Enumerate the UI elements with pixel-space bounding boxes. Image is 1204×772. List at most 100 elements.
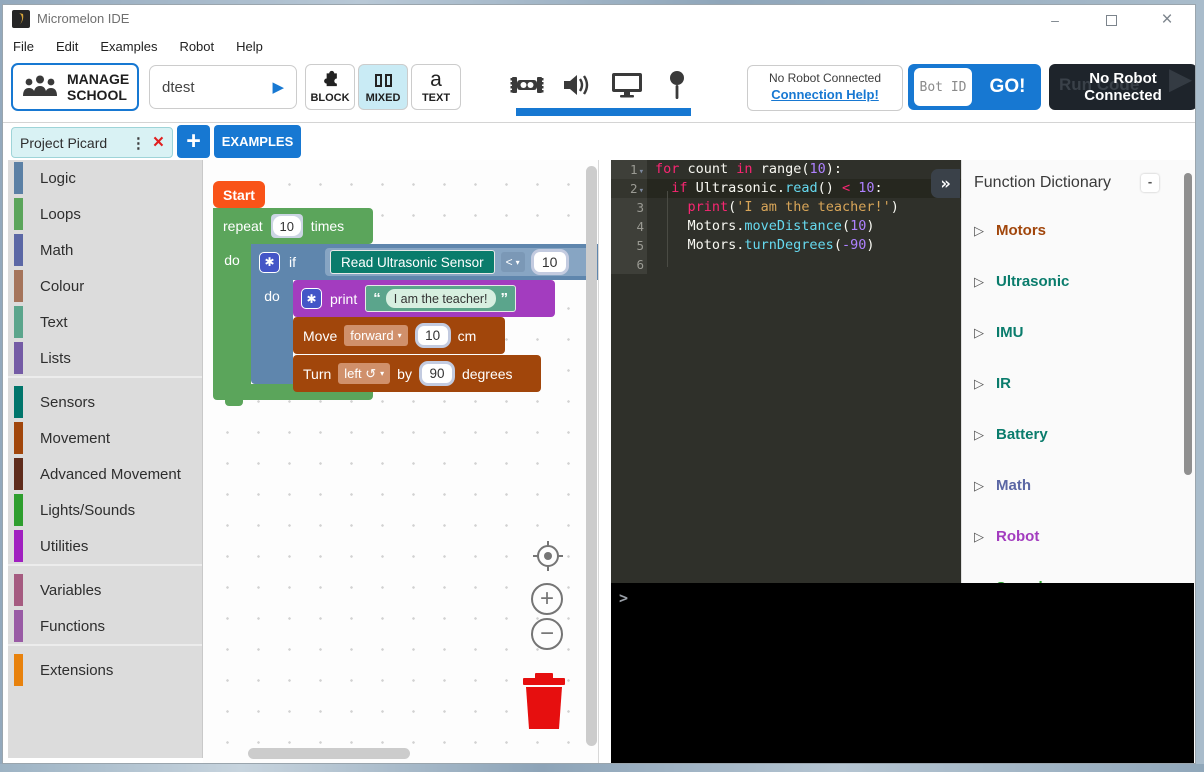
gear-icon[interactable]: ✱: [301, 288, 322, 309]
direction-value: forward: [350, 328, 393, 343]
print-block[interactable]: ✱ print “ I am the teacher! ”: [293, 280, 555, 317]
mode-block-button[interactable]: BLOCK: [305, 64, 355, 110]
ultrasonic-sensor-block[interactable]: Read Ultrasonic Sensor: [330, 250, 495, 274]
if-do-spine[interactable]: do: [251, 280, 293, 370]
operator-dropdown[interactable]: < ▾: [501, 252, 525, 272]
string-block[interactable]: “ I am the teacher! ”: [365, 285, 516, 312]
sidebar-item-variables[interactable]: Variables: [8, 572, 202, 608]
turn-block[interactable]: Turn left ↺ ▾ by 90 degrees: [293, 355, 541, 392]
mode-text-button[interactable]: a TEXT: [411, 64, 461, 110]
start-block[interactable]: Start: [213, 181, 265, 208]
go-button[interactable]: GO!: [980, 76, 1035, 98]
mode-mixed-button[interactable]: MIXED: [358, 64, 408, 110]
trash-icon[interactable]: [521, 673, 567, 729]
dictionary-item-ir[interactable]: ▷IR: [962, 358, 1196, 409]
expand-arrow-icon[interactable]: ▷: [974, 223, 984, 239]
category-color-bar: [14, 574, 23, 606]
sidebar-item-text[interactable]: Text: [8, 304, 202, 340]
zoom-out-button[interactable]: −: [531, 618, 563, 650]
run-code-button[interactable]: Run Code ▶ No Robot Connected: [1049, 64, 1196, 110]
compare-value-field[interactable]: 10: [531, 249, 569, 275]
tab-menu-icon[interactable]: ⋮: [131, 134, 146, 152]
workspace-vertical-scrollbar[interactable]: [586, 166, 597, 746]
mode-mixed-label: MIXED: [366, 92, 401, 104]
sidebar-item-lights-sounds[interactable]: Lights/Sounds: [8, 492, 202, 528]
dictionary-item-math[interactable]: ▷Math: [962, 460, 1196, 511]
sidebar-item-colour[interactable]: Colour: [8, 268, 202, 304]
dictionary-item-battery[interactable]: ▷Battery: [962, 409, 1196, 460]
workspace-horizontal-scrollbar[interactable]: [248, 748, 410, 759]
tab-close-icon[interactable]: ×: [153, 136, 164, 150]
sidebar-item-sensors[interactable]: Sensors: [8, 384, 202, 420]
fold-caret-icon[interactable]: ▾: [639, 186, 644, 196]
motor-icon[interactable]: [509, 68, 545, 102]
editor-line-3[interactable]: 3 print('I am the teacher!'): [611, 198, 961, 217]
editor-line-2[interactable]: 2▾ if Ultrasonic.read() < 10:: [611, 179, 961, 198]
menu-edit[interactable]: Edit: [56, 35, 89, 58]
expand-arrow-icon[interactable]: ▷: [974, 478, 984, 494]
sidebar-item-loops[interactable]: Loops: [8, 196, 202, 232]
category-label: Math: [40, 242, 73, 259]
sidebar-item-movement[interactable]: Movement: [8, 420, 202, 456]
move-block[interactable]: Move forward ▾ 10 cm: [293, 317, 505, 354]
move-distance-field[interactable]: 10: [415, 323, 451, 348]
project-tab[interactable]: Project Picard ⋮ ×: [11, 127, 173, 158]
editor-line-5[interactable]: 5 Motors.turnDegrees(-90): [611, 236, 961, 255]
menu-examples[interactable]: Examples: [100, 35, 168, 58]
turn-direction-dropdown[interactable]: left ↺ ▾: [338, 363, 390, 384]
dictionary-minimize-button[interactable]: -: [1141, 174, 1159, 192]
editor-expand-button[interactable]: »: [931, 169, 960, 198]
close-button[interactable]: ×: [1139, 5, 1195, 35]
project-selector[interactable]: dtest ▶: [149, 65, 297, 109]
menu-help[interactable]: Help: [236, 35, 274, 58]
light-icon[interactable]: [659, 68, 695, 102]
repeat-block[interactable]: repeat 10 times: [213, 208, 373, 244]
repeat-count-field[interactable]: 10: [273, 216, 301, 236]
sidebar-item-math[interactable]: Math: [8, 232, 202, 268]
fold-caret-icon[interactable]: ▾: [639, 167, 644, 177]
maximize-button[interactable]: [1083, 5, 1139, 35]
dictionary-item-robot[interactable]: ▷Robot: [962, 511, 1196, 562]
screen-icon[interactable]: [609, 68, 645, 102]
bot-id-input[interactable]: [914, 68, 972, 106]
expand-arrow-icon[interactable]: ▷: [974, 529, 984, 545]
dictionary-item-imu[interactable]: ▷IMU: [962, 307, 1196, 358]
sidebar-item-logic[interactable]: Logic: [8, 160, 202, 196]
expand-arrow-icon[interactable]: ▷: [974, 427, 984, 443]
block-workspace[interactable]: Start repeat 10 times do ✱ if Read Ultra…: [203, 160, 599, 763]
code-editor[interactable]: 1▾for count in range(10):2▾ if Ultrasoni…: [611, 160, 961, 583]
zoom-reset-button[interactable]: [531, 539, 565, 573]
console-panel[interactable]: >: [611, 583, 1194, 763]
minimize-button[interactable]: –: [1027, 5, 1083, 35]
repeat-do-spine[interactable]: do: [213, 244, 251, 384]
dictionary-item-ultrasonic[interactable]: ▷Ultrasonic: [962, 256, 1196, 307]
expand-arrow-icon[interactable]: ▷: [974, 274, 984, 290]
dictionary-scrollbar[interactable]: [1184, 173, 1192, 475]
menu-robot[interactable]: Robot: [179, 35, 225, 58]
gear-icon[interactable]: ✱: [259, 252, 280, 273]
editor-line-4[interactable]: 4 Motors.moveDistance(10): [611, 217, 961, 236]
menu-file[interactable]: File: [13, 35, 45, 58]
examples-button[interactable]: EXAMPLES: [214, 125, 301, 158]
expand-arrow-icon[interactable]: ▷: [974, 325, 984, 341]
zoom-in-button[interactable]: +: [531, 583, 563, 615]
speaker-icon[interactable]: [559, 68, 595, 102]
sidebar-item-functions[interactable]: Functions: [8, 608, 202, 644]
add-tab-button[interactable]: +: [177, 125, 210, 158]
turn-degrees-field[interactable]: 90: [419, 361, 455, 386]
open-project-icon[interactable]: ▶: [272, 78, 284, 96]
connection-help-link[interactable]: Connection Help!: [771, 87, 879, 102]
if-block[interactable]: ✱ if Read Ultrasonic Sensor < ▾ 10: [251, 244, 599, 280]
sidebar-item-advanced-movement[interactable]: Advanced Movement: [8, 456, 202, 492]
sidebar-item-lists[interactable]: Lists: [8, 340, 202, 376]
dictionary-item-motors[interactable]: ▷Motors: [962, 205, 1196, 256]
direction-dropdown[interactable]: forward ▾: [344, 325, 407, 346]
editor-line-6[interactable]: 6: [611, 255, 961, 274]
string-field[interactable]: I am the teacher!: [386, 289, 496, 308]
sidebar-item-utilities[interactable]: Utilities: [8, 528, 202, 564]
sidebar-item-extensions[interactable]: Extensions: [8, 652, 202, 688]
editor-line-1[interactable]: 1▾for count in range(10):: [611, 160, 961, 179]
expand-arrow-icon[interactable]: ▷: [974, 376, 984, 392]
manage-school-button[interactable]: MANAGE SCHOOL: [11, 63, 139, 111]
compare-block[interactable]: Read Ultrasonic Sensor < ▾ 10: [325, 248, 597, 276]
